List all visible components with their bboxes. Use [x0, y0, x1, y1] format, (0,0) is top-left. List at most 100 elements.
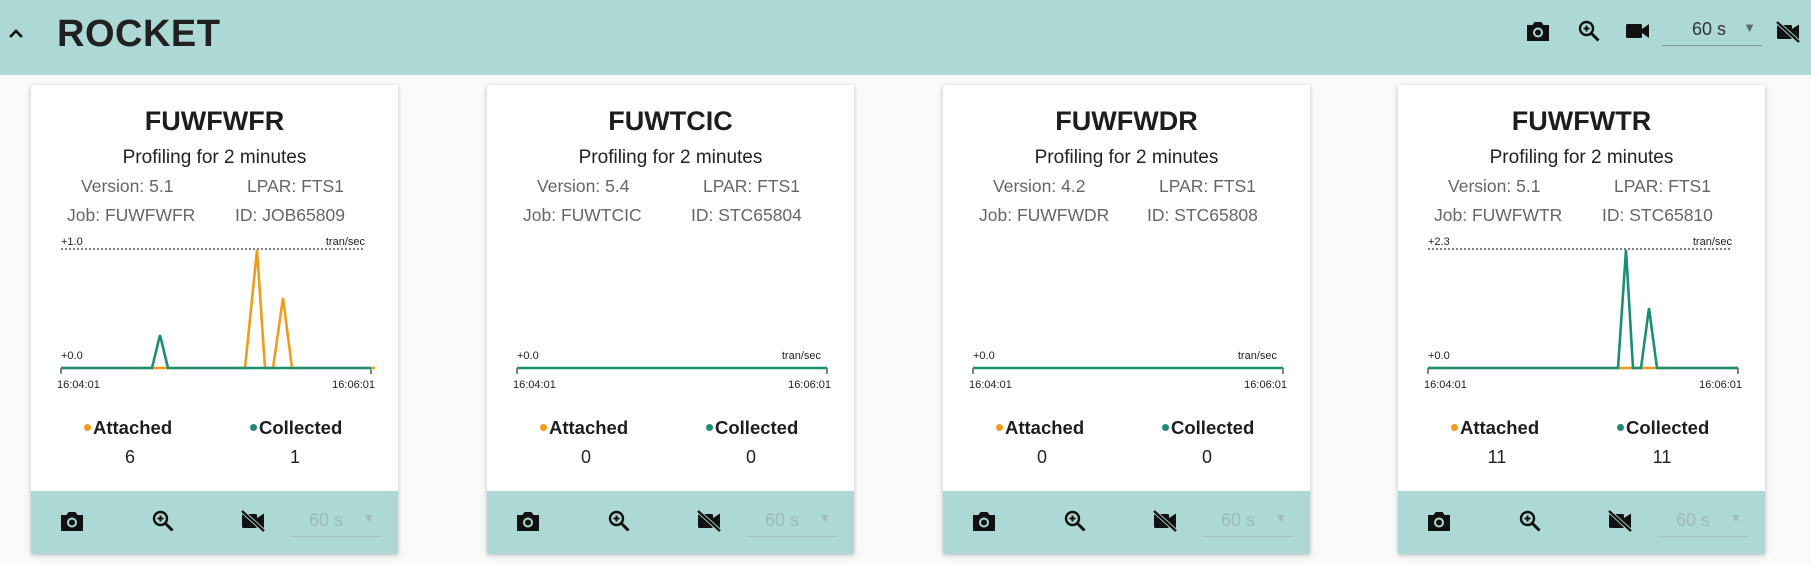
chart-unit-label: tran/sec — [326, 236, 366, 248]
top-bar: ROCKET 60 s ▼ — [0, 0, 1811, 75]
camera-icon[interactable] — [971, 509, 997, 533]
card-interval-select[interactable]: 60 s ▼ — [1203, 508, 1293, 537]
attached-count: 0 — [580, 447, 591, 467]
legend-collected-label: Collected — [715, 417, 799, 438]
collected-series-line — [1428, 249, 1738, 370]
collected-dot-icon — [250, 423, 257, 431]
videocam-off-icon[interactable] — [1607, 509, 1633, 533]
attached-series-line — [61, 249, 375, 370]
videocam-off-icon[interactable] — [240, 509, 266, 533]
legend-collected-label: Collected — [1171, 417, 1255, 438]
zoom-in-icon[interactable] — [151, 509, 175, 533]
chart-unit-label: tran/sec — [782, 350, 822, 362]
card-interval-select[interactable]: 60 s ▼ — [747, 508, 837, 537]
attached-dot-icon — [540, 423, 547, 431]
dropdown-caret-icon: ▼ — [363, 511, 375, 525]
chart-x-start-label: 16:04:01 — [1424, 379, 1467, 391]
legend-attached: Attached — [1451, 417, 1539, 439]
version-label: Version: 5.4 — [537, 176, 630, 196]
collected-count: 0 — [745, 447, 756, 467]
transaction-chart: +2.3 tran/sec +0.0 16:04:01 16:06:01 — [1424, 236, 1742, 397]
lpar-label: LPAR: FTS1 — [1614, 176, 1711, 196]
job-label: Job: FUWFWFR — [67, 205, 196, 225]
camera-icon[interactable] — [59, 509, 85, 533]
job-card: FUWFWDR Profiling for 2 minutes Version:… — [943, 85, 1310, 554]
card-title: FUWFWDR — [1055, 106, 1198, 136]
lpar-label: LPAR: FTS1 — [247, 176, 344, 196]
version-label: Version: 5.1 — [1448, 176, 1541, 196]
job-label: Job: FUWTCIC — [523, 205, 642, 225]
videocam-icon[interactable] — [1625, 21, 1651, 41]
attached-dot-icon — [996, 423, 1003, 431]
attached-count: 11 — [1487, 447, 1507, 467]
videocam-off-icon[interactable] — [1152, 509, 1178, 533]
job-label: Job: FUWFWTR — [1434, 205, 1563, 225]
legend-attached: Attached — [540, 417, 628, 439]
job-label: Job: FUWFWDR — [979, 205, 1110, 225]
collected-dot-icon — [1162, 423, 1169, 431]
legend-attached: Attached — [84, 417, 172, 439]
zoom-in-icon[interactable] — [1063, 509, 1087, 533]
zoom-in-icon[interactable] — [607, 509, 631, 533]
dropdown-caret-icon: ▼ — [819, 511, 831, 525]
chart-max-label: +2.3 — [1428, 236, 1450, 248]
camera-icon[interactable] — [1525, 19, 1551, 43]
chart-min-label: +0.0 — [973, 350, 995, 362]
chart-unit-label: tran/sec — [1238, 350, 1278, 362]
job-card: FUWTCIC Profiling for 2 minutes Version:… — [487, 85, 854, 554]
lpar-label: LPAR: FTS1 — [703, 176, 800, 196]
chart-x-end-label: 16:06:01 — [1244, 379, 1287, 391]
collected-count: 1 — [289, 447, 300, 467]
dropdown-caret-icon: ▼ — [1743, 20, 1756, 35]
card-subtitle: Profiling for 2 minutes — [1034, 147, 1219, 168]
card-interval-value: 60 s — [309, 510, 344, 530]
card-interval-select[interactable]: 60 s ▼ — [1658, 508, 1748, 537]
header-interval-select[interactable]: 60 s ▼ — [1662, 17, 1762, 46]
version-label: Version: 5.1 — [81, 176, 174, 196]
card-interval-select[interactable]: 60 s ▼ — [291, 508, 381, 537]
legend-collected-label: Collected — [1626, 417, 1710, 438]
legend-attached-label: Attached — [93, 417, 173, 438]
videocam-off-icon[interactable] — [696, 509, 722, 533]
dropdown-caret-icon: ▼ — [1730, 511, 1742, 525]
legend-attached: Attached — [996, 417, 1084, 439]
attached-dot-icon — [84, 423, 91, 431]
chart-min-label: +0.0 — [1428, 350, 1450, 362]
card-interval-value: 60 s — [765, 510, 800, 530]
chart-x-end-label: 16:06:01 — [332, 379, 375, 391]
camera-icon[interactable] — [1426, 509, 1452, 533]
card-footer: 60 s ▼ — [31, 491, 398, 554]
chart-unit-label: tran/sec — [1693, 236, 1733, 248]
chart-x-start-label: 16:04:01 — [969, 379, 1012, 391]
card-title: FUWFWFR — [144, 106, 285, 136]
videocam-off-icon[interactable] — [1775, 20, 1801, 44]
transaction-chart: tran/sec +0.0 16:04:01 16:06:01 — [969, 237, 1287, 397]
attached-count: 0 — [1036, 447, 1047, 467]
chart-x-start-label: 16:04:01 — [57, 379, 100, 391]
dropdown-caret-icon: ▼ — [1275, 511, 1287, 525]
card-interval-value: 60 s — [1676, 510, 1711, 530]
collected-dot-icon — [1617, 423, 1624, 431]
card-title: FUWFWTR — [1511, 106, 1652, 136]
collected-series-line — [61, 334, 371, 370]
lpar-label: LPAR: FTS1 — [1159, 176, 1256, 196]
attached-count: 6 — [124, 447, 135, 467]
card-title: FUWTCIC — [608, 106, 733, 136]
app-title: ROCKET — [57, 13, 221, 55]
camera-icon[interactable] — [515, 509, 541, 533]
legend-attached-label: Attached — [549, 417, 629, 438]
legend-collected: Collected — [250, 417, 342, 439]
chart-x-start-label: 16:04:01 — [513, 379, 556, 391]
attached-dot-icon — [1451, 423, 1458, 431]
card-interval-value: 60 s — [1221, 510, 1256, 530]
collapse-chevron-up-icon[interactable] — [5, 22, 27, 44]
legend-collected: Collected — [1162, 417, 1254, 439]
header-interval-value: 60 s — [1691, 19, 1726, 39]
zoom-in-icon[interactable] — [1577, 19, 1601, 43]
zoom-in-icon[interactable] — [1518, 509, 1542, 533]
chart-min-label: +0.0 — [517, 350, 539, 362]
chart-max-label: +1.0 — [61, 236, 83, 248]
card-footer: 60 s ▼ — [487, 491, 854, 554]
collected-count: 11 — [1652, 447, 1672, 467]
job-card: FUWFWTR Profiling for 2 minutes Version:… — [1398, 85, 1765, 554]
